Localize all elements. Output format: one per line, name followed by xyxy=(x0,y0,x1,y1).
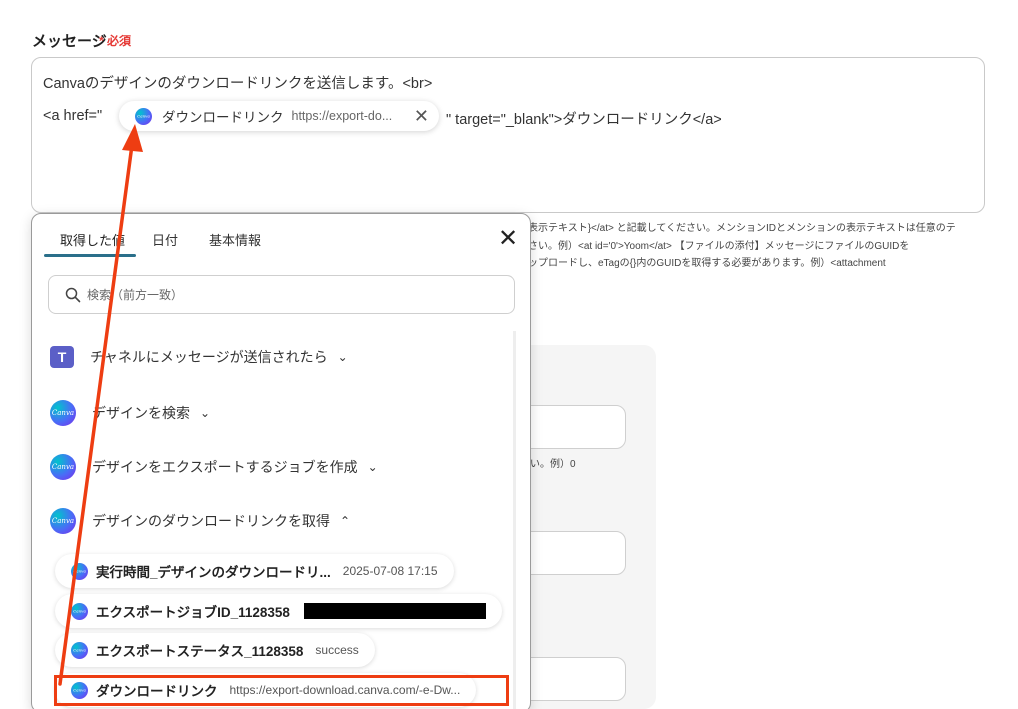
variable-picker-popup: 取得した値 日付 基本情報 ✕ 検索（前方一致） T チャネルにメッセージが送信… xyxy=(31,213,531,709)
chip-label: ダウンロードリンク xyxy=(162,110,284,125)
group-label: デザインのダウンロードリンクを取得 xyxy=(92,513,330,529)
help-text-2: さい。例）<at id='0'>Yoom</at> 【ファイルの添付】メッセージ… xyxy=(528,241,910,252)
variable-chip[interactable]: ダウンロードリンク https://export-do... ✕ xyxy=(119,101,439,131)
close-icon[interactable]: ✕ xyxy=(414,107,429,125)
chevron-down-icon: ⌄ xyxy=(200,406,211,420)
canva-icon xyxy=(50,508,76,534)
active-tab-indicator xyxy=(44,254,136,257)
group-search-design[interactable]: デザインを検索 ⌄ xyxy=(50,400,210,426)
item-value: 2025-07-08 17:15 xyxy=(342,564,438,578)
search-input[interactable]: 検索（前方一致） xyxy=(48,275,515,314)
value-item-export-job-id[interactable]: エクスポートジョブID_1128358 xyxy=(55,594,502,628)
help-text-3: ップロードし、eTagの{}内のGUIDを取得する必要があります。例）<atta… xyxy=(528,258,886,269)
message-line-2-start: <a href=" xyxy=(43,108,103,124)
chevron-down-icon: ⌄ xyxy=(367,460,378,474)
group-download-link[interactable]: デザインのダウンロードリンクを取得 ⌃ xyxy=(50,508,350,534)
scrollbar[interactable] xyxy=(513,331,516,709)
item-label: 実行時間_デザインのダウンロードリ... xyxy=(96,565,331,580)
group-export-job[interactable]: デザインをエクスポートするジョブを作成 ⌄ xyxy=(50,454,378,480)
canva-icon xyxy=(71,602,88,620)
tab-basic-info[interactable]: 基本情報 xyxy=(209,230,261,249)
item-label: エクスポートジョブID_1128358 xyxy=(96,605,290,620)
item-label: エクスポートステータス_1128358 xyxy=(96,644,304,659)
message-line-2-end: " target="_blank">ダウンロードリンク</a> xyxy=(446,112,722,128)
required-badge: * 必須 xyxy=(99,34,132,48)
group-teams-message[interactable]: T チャネルにメッセージが送信されたら ⌄ xyxy=(50,346,348,368)
canva-icon xyxy=(71,641,88,659)
highlight-box xyxy=(54,675,509,706)
chip-value: https://export-do... xyxy=(291,109,393,123)
value-item-export-status[interactable]: エクスポートステータス_1128358 success xyxy=(55,633,375,667)
teams-icon: T xyxy=(50,346,74,368)
chevron-up-icon: ⌃ xyxy=(340,514,351,528)
value-item-run-time[interactable]: 実行時間_デザインのダウンロードリ... 2025-07-08 17:15 xyxy=(55,554,454,588)
tab-bar: 取得した値 日付 基本情報 xyxy=(32,214,530,258)
message-line-1: Canvaのデザインのダウンロードリンクを送信します。<br> xyxy=(43,76,433,92)
canva-icon xyxy=(50,454,76,480)
tab-date[interactable]: 日付 xyxy=(152,230,178,249)
close-icon[interactable]: ✕ xyxy=(498,227,518,251)
group-label: デザインをエクスポートするジョブを作成 xyxy=(92,459,358,475)
group-label: チャネルにメッセージが送信されたら xyxy=(90,349,328,365)
search-placeholder: 検索（前方一致） xyxy=(87,288,184,302)
search-icon xyxy=(65,287,81,302)
canva-icon xyxy=(50,400,76,426)
redacted-value xyxy=(303,603,486,619)
item-value: success xyxy=(315,643,359,657)
canva-icon xyxy=(71,562,88,580)
canva-icon xyxy=(135,107,152,125)
group-label: デザインを検索 xyxy=(92,405,190,421)
chevron-down-icon: ⌄ xyxy=(337,350,348,364)
help-text-1: 表示テキスト}</at> と記載してください。メンションIDとメンションの表示テ… xyxy=(528,223,956,234)
tab-acquired-values[interactable]: 取得した値 xyxy=(60,230,125,249)
field-label: メッセージ xyxy=(32,33,107,50)
